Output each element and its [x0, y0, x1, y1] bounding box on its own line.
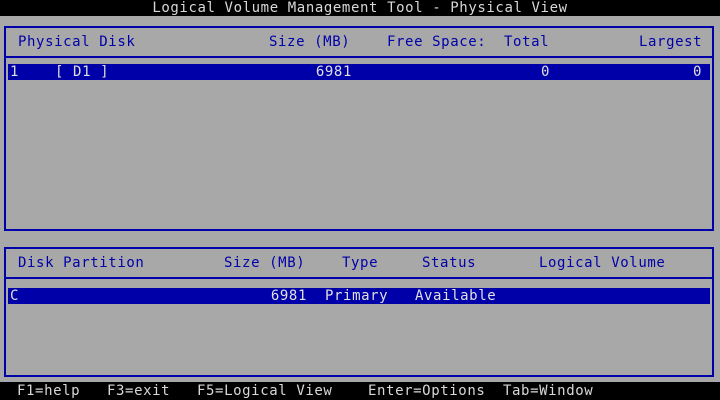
key-exit[interactable]: F3=exit [107, 382, 170, 400]
header-physical-disk: Physical Disk [18, 34, 136, 50]
key-window[interactable]: Tab=Window [503, 382, 593, 400]
partition-letter: C [10, 288, 20, 304]
key-options[interactable]: Enter=Options [368, 382, 485, 400]
disk-free-largest: 0 [692, 64, 702, 80]
header-free-space: Free Space: [387, 34, 487, 50]
header-largest: Largest [639, 34, 703, 50]
header-disk-partition: Disk Partition [18, 255, 145, 271]
window-title: Logical Volume Management Tool - Physica… [0, 0, 720, 16]
key-help[interactable]: F1=help [17, 382, 80, 400]
physical-disk-panel[interactable]: Physical Disk Size (MB) Free Space: Tota… [4, 26, 714, 231]
disk-free-total: 0 [540, 64, 550, 80]
header-divider [6, 277, 712, 279]
header-type: Type [342, 255, 379, 271]
function-key-bar: F1=help F3=exit F5=Logical View Enter=Op… [0, 382, 720, 400]
physical-disk-row[interactable]: 1 [ D1 ] 6981 0 0 [8, 64, 710, 80]
partition-type: Primary [325, 288, 389, 304]
partition-size: 6981 [270, 288, 307, 304]
header-total: Total [504, 34, 550, 50]
header-status: Status [422, 255, 477, 271]
disk-name: [ D1 ] [55, 64, 110, 80]
disk-size: 6981 [315, 64, 352, 80]
header-size: Size (MB) [269, 34, 351, 50]
disk-partition-panel[interactable]: Disk Partition Size (MB) Type Status Log… [4, 247, 714, 377]
header-logical-volume: Logical Volume [539, 255, 666, 271]
partition-row[interactable]: C 6981 Primary Available [8, 288, 710, 304]
header-partition-size: Size (MB) [224, 255, 306, 271]
partition-status: Available [415, 288, 497, 304]
key-logical-view[interactable]: F5=Logical View [197, 382, 332, 400]
header-divider [6, 56, 712, 58]
disk-index: 1 [10, 64, 20, 80]
